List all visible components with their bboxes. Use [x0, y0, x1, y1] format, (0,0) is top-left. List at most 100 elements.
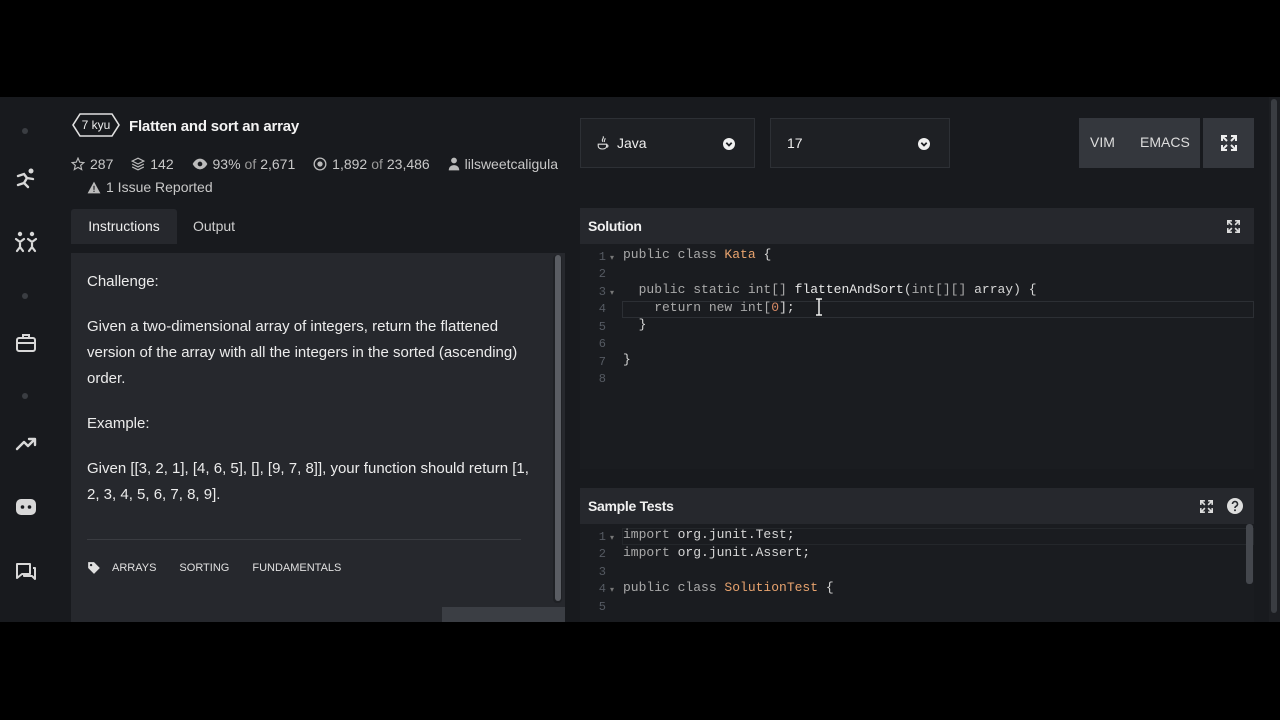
nav-dot	[22, 393, 28, 399]
line-number: 1	[598, 530, 606, 544]
code-line: }	[623, 317, 647, 332]
satisfaction-stat: 93% of 2,671	[192, 156, 296, 172]
example-text: Given [[3, 2, 1], [4, 6, 5], [], [9, 7, …	[87, 460, 529, 503]
completed-count: 1,892	[332, 156, 368, 172]
fold-arrow-icon[interactable]: ▾	[610, 253, 614, 262]
tag-arrays[interactable]: ARRAYS	[112, 562, 156, 574]
language-value: Java	[617, 135, 647, 151]
fold-arrow-icon[interactable]: ▾	[610, 533, 614, 542]
code-line: return new int[0];	[623, 300, 795, 315]
sample-tests-editor[interactable]: 1 ▾ 2 3 4 ▾ 5 import org.junit.Test; imp…	[580, 524, 1254, 622]
challenge-text: Given a two-dimensional array of integer…	[87, 318, 518, 387]
target-icon	[313, 157, 327, 171]
collections-count: 142	[150, 156, 174, 172]
expand-icon[interactable]	[1200, 500, 1213, 513]
collections-stat[interactable]: 142	[131, 156, 174, 172]
sample-tests-header: Sample Tests	[580, 488, 1254, 524]
code-line: import org.junit.Test;	[623, 527, 795, 542]
fold-arrow-icon[interactable]: ▾	[610, 585, 614, 594]
satisfaction-of: of	[244, 156, 257, 172]
line-number: 5	[598, 600, 606, 614]
page-scrollbar[interactable]	[1271, 99, 1277, 613]
rank-label: 7 kyu	[81, 118, 111, 132]
tag-list: ARRAYS SORTING FUNDAMENTALS	[87, 561, 364, 575]
code-line: public class SolutionTest {	[623, 580, 834, 595]
line-number: 8	[598, 372, 606, 386]
line-number: 5	[598, 320, 606, 334]
left-nav	[0, 97, 52, 622]
line-number: 2	[598, 267, 606, 281]
star-icon	[71, 157, 85, 171]
tests-scrollbar[interactable]	[1246, 524, 1253, 584]
java-icon	[597, 136, 609, 150]
code-line: import org.junit.Assert;	[623, 545, 811, 560]
solution-header: Solution	[580, 208, 1254, 244]
issues-label: 1 Issue Reported	[106, 179, 213, 195]
code-line: public class Kata {	[623, 247, 772, 262]
emacs-button[interactable]: EMACS	[1140, 134, 1190, 150]
language-select[interactable]: Java	[580, 118, 755, 168]
code-line: public static int[] flattenAndSort(int[]…	[623, 282, 1037, 297]
issues-reported[interactable]: 1 Issue Reported	[87, 179, 213, 195]
fold-arrow-icon[interactable]: ▾	[610, 288, 614, 297]
help-icon[interactable]	[1227, 498, 1243, 514]
vim-button[interactable]: VIM	[1090, 134, 1115, 150]
challenge-heading: Challenge:	[87, 273, 159, 290]
leaderboard-trend-icon[interactable]	[14, 431, 38, 455]
version-select[interactable]: 17	[770, 118, 950, 168]
author-stat[interactable]: lilsweetcaligula	[448, 156, 558, 172]
kata-title: Flatten and sort an array	[129, 118, 300, 135]
version-value: 17	[787, 135, 803, 151]
completed-of: of	[371, 156, 383, 172]
tag-fundamentals[interactable]: FUNDAMENTALS	[252, 562, 341, 574]
instructions-scrollbar[interactable]	[555, 255, 561, 601]
solution-title: Solution	[588, 218, 642, 234]
solution-editor[interactable]: 1 ▾ 2 3 ▾ 4 5 6 7 8 public class Kata { …	[580, 244, 1254, 469]
horizontal-scrollbar[interactable]	[442, 607, 565, 622]
fullscreen-button[interactable]	[1203, 118, 1254, 168]
discord-icon[interactable]	[14, 495, 38, 519]
tab-instructions[interactable]: Instructions	[71, 209, 177, 244]
line-number: 6	[598, 337, 606, 351]
chevron-down-icon	[723, 138, 735, 150]
layers-icon	[131, 157, 146, 171]
editor-mode-toggle: VIM EMACS	[1079, 118, 1200, 168]
line-number: 2	[598, 547, 606, 561]
line-number: 3	[598, 565, 606, 579]
tag-sorting[interactable]: SORTING	[179, 562, 229, 574]
instructions-panel: Challenge: Given a two-dimensional array…	[71, 253, 565, 622]
line-number: 4	[598, 582, 606, 596]
stars-count: 287	[90, 156, 114, 172]
warning-icon	[87, 181, 101, 193]
tag-icon	[88, 562, 100, 574]
author-name: lilsweetcaligula	[464, 156, 558, 172]
completed-stat: 1,892 of 23,486	[313, 156, 430, 172]
line-number: 7	[598, 355, 606, 369]
kumite-icon[interactable]	[14, 230, 38, 254]
stars-stat[interactable]: 287	[71, 156, 113, 172]
satisfaction-total: 2,671	[260, 156, 296, 172]
practice-icon[interactable]	[14, 167, 38, 191]
completed-total: 23,486	[386, 156, 430, 172]
text-cursor-icon	[816, 298, 822, 316]
example-heading: Example:	[87, 415, 150, 432]
tab-output[interactable]: Output	[193, 209, 235, 244]
divider	[87, 539, 521, 540]
rank-badge: 7 kyu	[72, 113, 120, 137]
nav-dot	[22, 293, 28, 299]
chevron-down-icon	[918, 138, 930, 150]
satisfaction-percent: 93%	[212, 156, 241, 172]
user-icon	[448, 157, 459, 171]
line-number: 4	[598, 302, 606, 316]
expand-icon	[1221, 135, 1237, 151]
discussion-icon[interactable]	[14, 560, 38, 584]
eye-icon	[192, 158, 207, 170]
nav-dot	[22, 128, 28, 134]
code-line: }	[623, 352, 631, 367]
line-number: 3	[598, 285, 606, 299]
briefcase-icon[interactable]	[14, 331, 38, 355]
codewars-trainer: 7 kyu Flatten and sort an array 287 142 …	[0, 97, 1280, 622]
expand-icon[interactable]	[1227, 220, 1240, 233]
sample-tests-title: Sample Tests	[588, 498, 674, 514]
kata-stats: 287 142 93% of 2,671 1,892 of 23,486 lil…	[71, 156, 572, 174]
